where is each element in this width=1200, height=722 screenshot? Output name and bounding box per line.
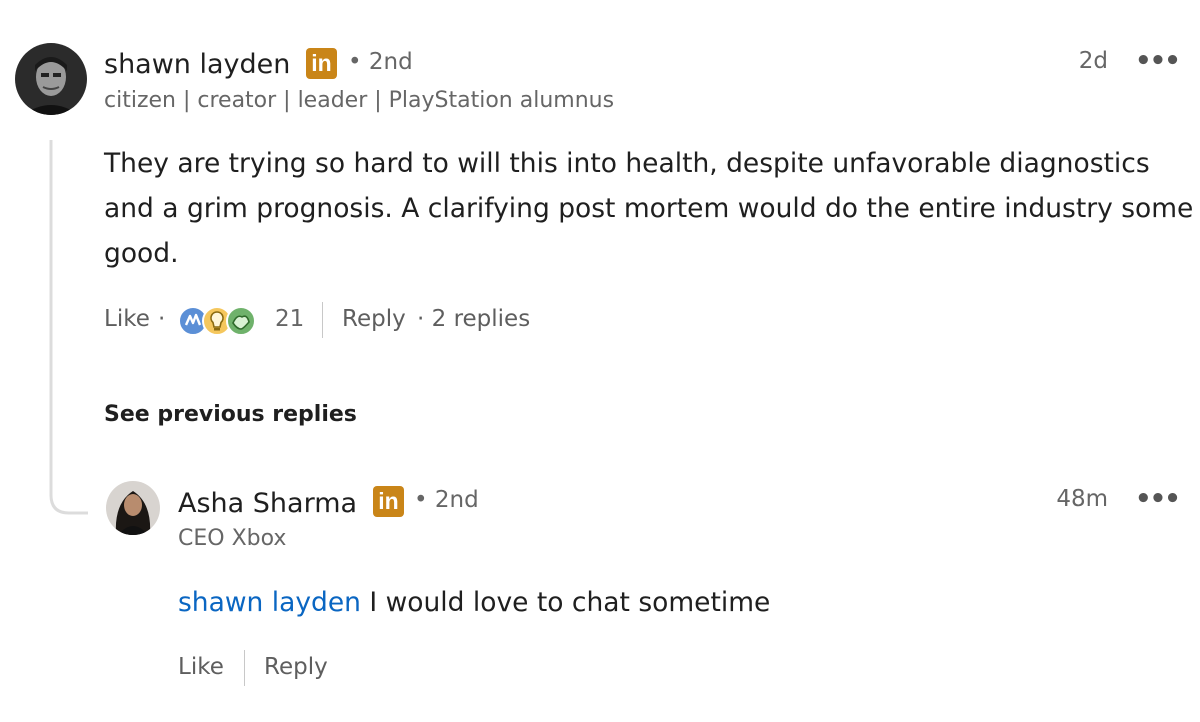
reply-actions-divider bbox=[244, 650, 245, 686]
avatar-image bbox=[15, 43, 87, 115]
linkedin-premium-icon: in bbox=[306, 48, 337, 79]
reply-like-button[interactable]: Like bbox=[178, 654, 224, 680]
reply-connection-degree: • 2nd bbox=[414, 487, 479, 513]
mention-link[interactable]: shawn layden bbox=[178, 587, 361, 618]
replies-count[interactable]: · 2 replies bbox=[417, 306, 530, 332]
reaction-count[interactable]: 21 bbox=[275, 306, 304, 332]
reply-text: shawn layden I would love to chat someti… bbox=[178, 580, 770, 625]
connection-degree: • 2nd bbox=[348, 49, 413, 75]
like-button[interactable]: Like bbox=[104, 306, 150, 332]
more-options-button[interactable]: ••• bbox=[1135, 46, 1181, 76]
actions-divider bbox=[322, 302, 323, 338]
avatar-shawn-layden[interactable] bbox=[15, 43, 87, 115]
reply-timestamp: 48m bbox=[1056, 486, 1108, 512]
reply-message: I would love to chat sometime bbox=[360, 587, 771, 618]
separator-dot: · bbox=[158, 306, 166, 332]
author-name[interactable]: shawn layden bbox=[104, 49, 290, 80]
support-icon bbox=[226, 306, 256, 336]
avatar-asha-sharma[interactable] bbox=[106, 481, 160, 535]
reply-author-headline: CEO Xbox bbox=[178, 526, 287, 551]
linkedin-premium-icon: in bbox=[373, 486, 404, 517]
reply-button[interactable]: Reply bbox=[342, 306, 406, 332]
reply-author-name[interactable]: Asha Sharma bbox=[178, 488, 357, 519]
reactions-group[interactable] bbox=[177, 303, 267, 337]
comment-text: They are trying so hard to will this int… bbox=[104, 148, 1194, 269]
thread-line bbox=[49, 140, 88, 515]
reply-reply-button[interactable]: Reply bbox=[264, 654, 328, 680]
reply-more-options-button[interactable]: ••• bbox=[1135, 484, 1181, 514]
avatar-image bbox=[106, 481, 160, 535]
author-headline: citizen | creator | leader | PlayStation… bbox=[104, 88, 615, 113]
comment-timestamp: 2d bbox=[1078, 48, 1108, 74]
see-previous-replies-button[interactable]: See previous replies bbox=[104, 402, 357, 427]
